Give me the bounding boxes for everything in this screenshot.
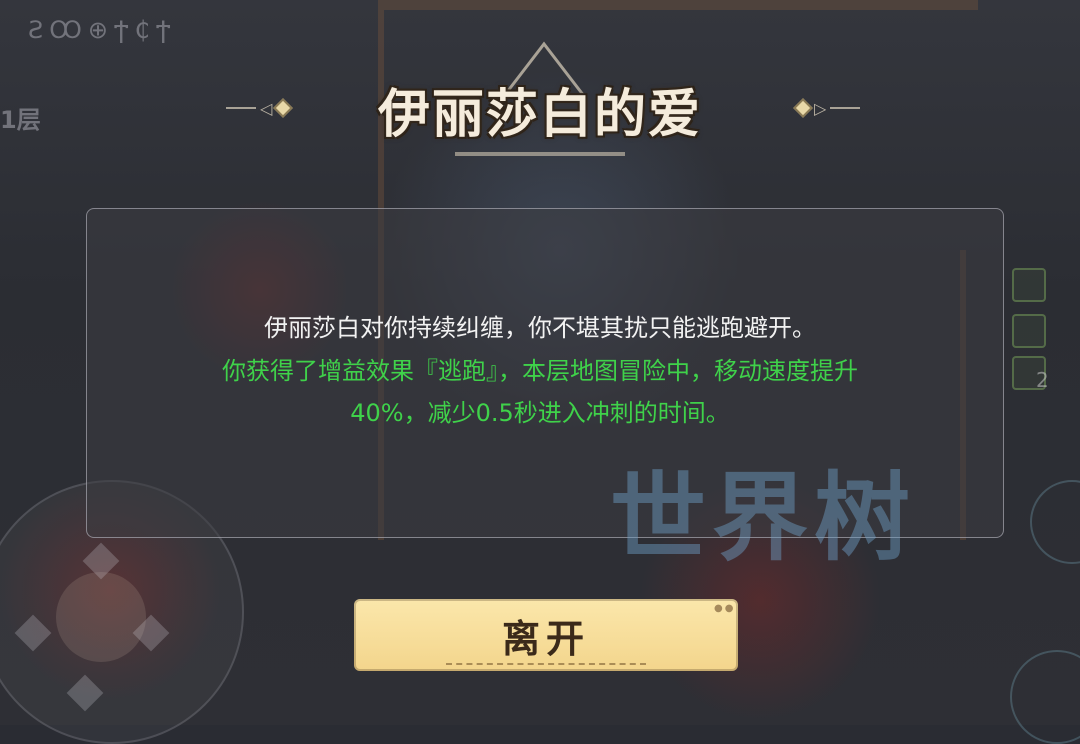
watermark: 世界树 <box>610 462 916 574</box>
buff-effect-line-1: 你获得了增益效果『逃跑』，本层地图冒险中，移动速度提升 <box>222 357 858 385</box>
title-ornament-right: ▷ <box>793 96 861 120</box>
item-count: 2 <box>1036 368 1049 392</box>
status-glyphs: ƧꝎ⊕Ϯ₵Ϯ <box>28 16 177 44</box>
leave-button[interactable]: 离开 <box>354 599 738 671</box>
diamond-icon <box>793 98 813 118</box>
triangle-right-icon: ▷ <box>814 98 827 118</box>
title-ornament-left: ◁ <box>226 96 294 120</box>
ornament-line <box>226 107 256 109</box>
button-corner-dots-icon: ●● <box>714 603 736 614</box>
leave-button-label: 离开 <box>501 616 590 661</box>
event-description: 伊丽莎白对你持续纠缠，你不堪其扰只能逃跑避开。 <box>264 314 816 342</box>
diamond-icon <box>273 98 294 118</box>
floor-label: 1层 <box>0 106 41 134</box>
title-underline <box>455 152 625 156</box>
buff-effect-text: 你获得了增益效果『逃跑』，本层地图冒险中，移动速度提升 40%，减少0.5秒进入… <box>100 350 980 434</box>
item-slot-icon[interactable] <box>1012 268 1046 302</box>
ornament-line <box>830 107 861 109</box>
triangle-left-icon: ◁ <box>260 98 273 118</box>
button-underline <box>446 663 646 665</box>
buff-effect-line-2: 40%，减少0.5秒进入冲刺的时间。 <box>350 399 730 427</box>
event-title: 伊丽莎白的爱 <box>377 84 702 145</box>
item-slot-icon[interactable] <box>1012 314 1046 348</box>
joystick-knob[interactable] <box>56 572 146 662</box>
